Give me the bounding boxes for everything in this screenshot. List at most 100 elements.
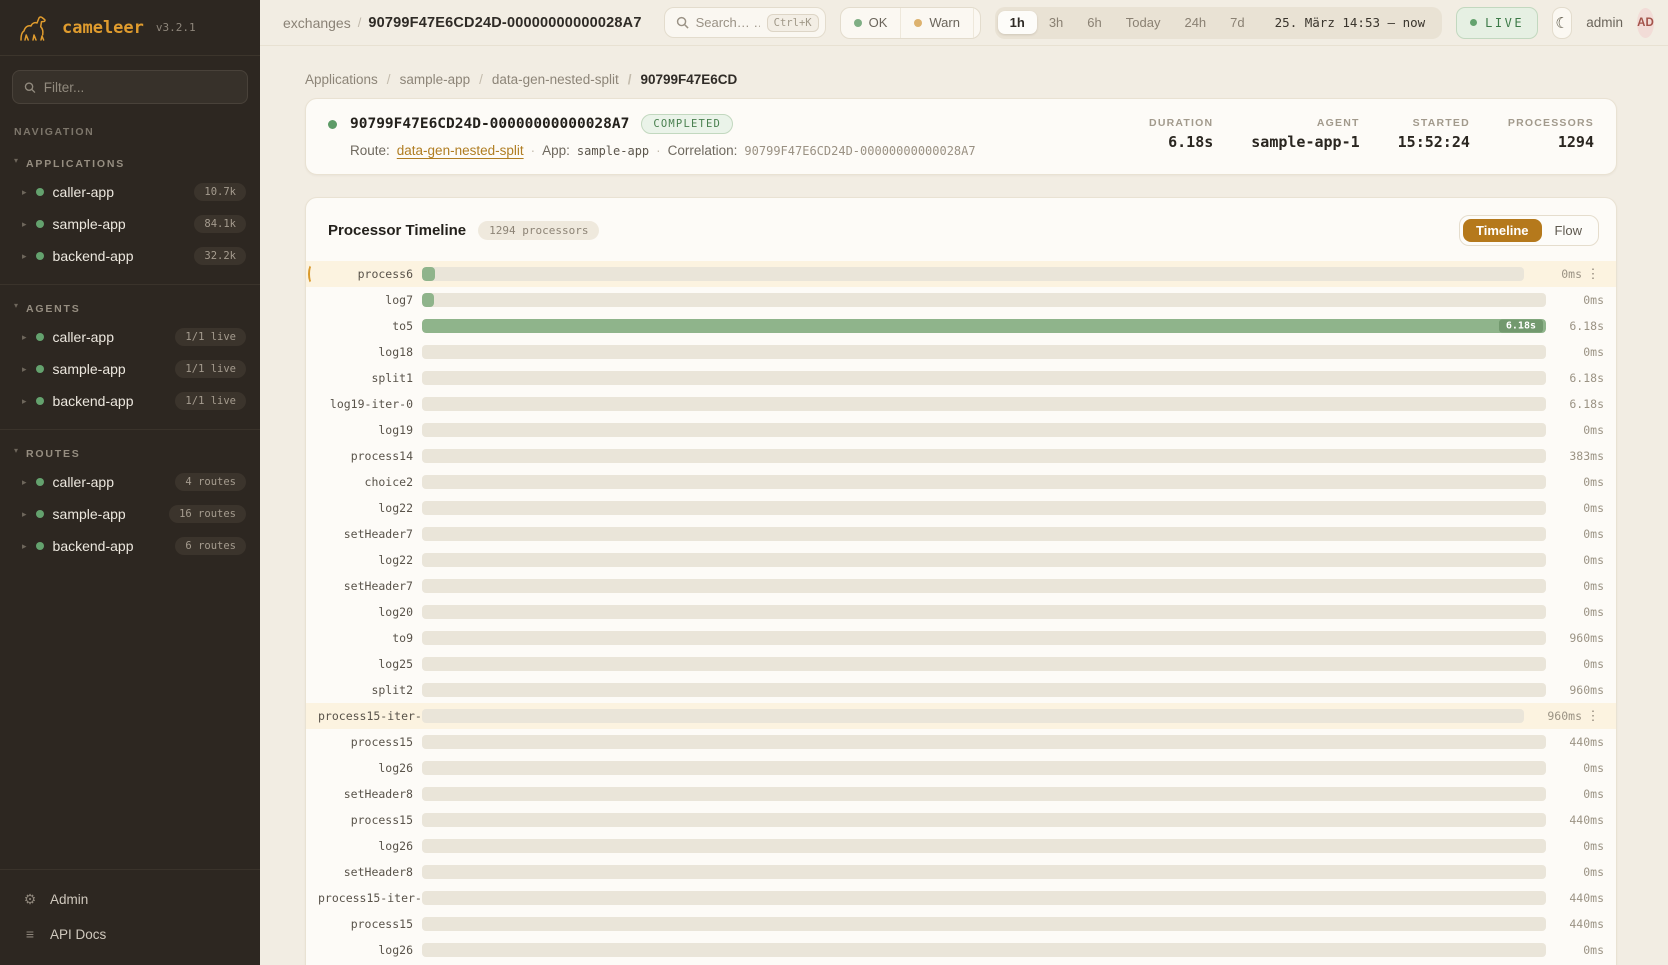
row-duration: 0ms	[1546, 527, 1604, 541]
processor-name: log19-iter-0	[318, 397, 422, 411]
logo-row[interactable]: cameleer v3.2.1	[0, 0, 260, 56]
timeline-row[interactable]: to5 6.18s 6.18s	[306, 313, 1616, 339]
timeline-row[interactable]: log19 0ms	[306, 417, 1616, 443]
sidebar-item[interactable]: ▸ backend-app 6 routes	[0, 530, 260, 562]
row-duration: 0ms	[1546, 761, 1604, 775]
timeline-row[interactable]: split1 6.18s	[306, 365, 1616, 391]
processor-name: log20	[318, 605, 422, 619]
status-filter[interactable]: Warn	[900, 8, 973, 38]
timeline-row[interactable]: split2 960ms	[306, 677, 1616, 703]
sidebar-item[interactable]: ▸ caller-app 4 routes	[0, 466, 260, 498]
app-label: App:	[542, 143, 570, 158]
timeline-row[interactable]: setHeader8 0ms	[306, 781, 1616, 807]
sidebar-item[interactable]: ▸ sample-app 84.1k	[0, 208, 260, 240]
processor-name: setHeader7	[318, 527, 422, 541]
kebab-menu-icon[interactable]: ⋮	[1582, 266, 1604, 282]
timeline-row[interactable]: log26 0ms	[306, 755, 1616, 781]
timeline-row[interactable]: setHeader7 0ms	[306, 573, 1616, 599]
status-filter[interactable]: OK	[841, 8, 901, 38]
breadcrumb-item[interactable]: Applications	[305, 72, 378, 87]
avatar[interactable]: AD	[1637, 8, 1654, 38]
timeline-row[interactable]: log19-iter-0 6.18s	[306, 391, 1616, 417]
breadcrumb-section[interactable]: exchanges	[283, 15, 351, 31]
processor-name: log25	[318, 657, 422, 671]
timeline-row[interactable]: log22 0ms	[306, 547, 1616, 573]
timeline-row[interactable]: log26 0ms	[306, 937, 1616, 963]
timeline-row[interactable]: log25 0ms	[306, 651, 1616, 677]
timeline-row[interactable]: process15-iter-1 440ms	[306, 885, 1616, 911]
time-range-button[interactable]: 3h	[1037, 11, 1075, 34]
sidebar-item-label: caller-app	[53, 474, 114, 490]
timeline-row[interactable]: choice2 0ms	[306, 469, 1616, 495]
timeline-row[interactable]: log20 0ms	[306, 599, 1616, 625]
time-range-button[interactable]: 24h	[1172, 11, 1218, 34]
sidebar-item-label: backend-app	[53, 393, 134, 409]
status-filter[interactable]: Error	[973, 8, 981, 38]
timeline-row[interactable]: setHeader7 0ms	[306, 521, 1616, 547]
sidebar-item[interactable]: ▸ backend-app 32.2k	[0, 240, 260, 272]
live-label: LIVE	[1485, 16, 1524, 30]
global-search[interactable]: Search… … Ctrl+K	[664, 7, 826, 38]
timeline-row[interactable]: process15-iter-0 960ms ⋮	[306, 703, 1616, 729]
timeline-track	[422, 371, 1546, 385]
user-name[interactable]: admin	[1586, 15, 1623, 30]
processor-name: process15	[318, 813, 422, 827]
time-range-button[interactable]: 6h	[1075, 11, 1113, 34]
sidebar-item-badge: 1/1 live	[175, 360, 246, 378]
view-toggle-button[interactable]: Timeline	[1463, 219, 1542, 242]
time-range-button[interactable]: 7d	[1218, 11, 1256, 34]
processor-name: process15-iter-1	[318, 891, 422, 905]
date-range-label[interactable]: 25. März 14:53 — now	[1257, 15, 1440, 30]
sidebar-filter[interactable]	[12, 70, 248, 104]
timeline-row[interactable]: process15 440ms	[306, 807, 1616, 833]
selected-row-marker	[308, 264, 316, 284]
timeline-row[interactable]: setHeader8 0ms	[306, 859, 1616, 885]
sidebar-item[interactable]: ▸ backend-app 1/1 live	[0, 385, 260, 417]
sidebar-item[interactable]: ▸ sample-app 16 routes	[0, 498, 260, 530]
timeline-row[interactable]: process15 440ms	[306, 911, 1616, 937]
sidebar-section-header[interactable]: ▾ APPLICATIONS	[0, 150, 260, 176]
sidebar-item-admin[interactable]: ⚙ Admin	[0, 882, 260, 917]
sidebar-item-label: sample-app	[53, 506, 126, 522]
timeline-row[interactable]: log26 0ms	[306, 833, 1616, 859]
timeline-track	[422, 761, 1546, 775]
metric-label: AGENT	[1251, 117, 1359, 129]
processor-name: to9	[318, 631, 422, 645]
processor-name: split1	[318, 371, 422, 385]
route-link[interactable]: data-gen-nested-split	[397, 143, 524, 158]
sidebar-item[interactable]: ▸ caller-app 10.7k	[0, 176, 260, 208]
timeline-row[interactable]: process6 0ms ⋮	[306, 261, 1616, 287]
metric-value: 1294	[1508, 133, 1594, 151]
row-duration: 0ms	[1546, 657, 1604, 671]
exchange-summary-card: 90799F47E6CD24D-00000000000028A7 COMPLET…	[305, 98, 1617, 175]
view-toggle-button[interactable]: Flow	[1542, 219, 1595, 242]
breadcrumb-item[interactable]: sample-app	[378, 72, 470, 87]
time-range-button[interactable]: 1h	[998, 11, 1037, 34]
metric: DURATION 6.18s	[1149, 117, 1213, 151]
timeline-row[interactable]: to9 960ms	[306, 625, 1616, 651]
timeline-row[interactable]: log22 0ms	[306, 495, 1616, 521]
sidebar-section-header[interactable]: ▾ ROUTES	[0, 440, 260, 466]
processor-name: setHeader7	[318, 579, 422, 593]
timeline-row[interactable]: process15 440ms	[306, 729, 1616, 755]
processor-name: setHeader8	[318, 787, 422, 801]
timeline-track	[422, 709, 1524, 723]
breadcrumb-item[interactable]: data-gen-nested-split	[470, 72, 619, 87]
metric-value: 6.18s	[1149, 133, 1213, 151]
breadcrumb-item[interactable]: 90799F47E6CD	[619, 72, 738, 87]
time-range-button[interactable]: Today	[1114, 11, 1173, 34]
timeline-row[interactable]: process14 383ms	[306, 443, 1616, 469]
sidebar-item-api-docs[interactable]: ≡ API Docs	[0, 917, 260, 951]
theme-toggle-button[interactable]: ☾	[1552, 7, 1572, 39]
status-filter-label: OK	[869, 15, 888, 30]
live-badge[interactable]: LIVE	[1456, 7, 1538, 39]
timeline-row[interactable]: log7 0ms	[306, 287, 1616, 313]
correlation-value: 90799F47E6CD24D-00000000000028A7	[744, 144, 975, 158]
status-badge: COMPLETED	[641, 114, 733, 134]
filter-input[interactable]	[44, 80, 236, 95]
sidebar-item[interactable]: ▸ sample-app 1/1 live	[0, 353, 260, 385]
timeline-row[interactable]: log18 0ms	[306, 339, 1616, 365]
sidebar-section-header[interactable]: ▾ AGENTS	[0, 295, 260, 321]
sidebar-item[interactable]: ▸ caller-app 1/1 live	[0, 321, 260, 353]
kebab-menu-icon[interactable]: ⋮	[1582, 708, 1604, 724]
